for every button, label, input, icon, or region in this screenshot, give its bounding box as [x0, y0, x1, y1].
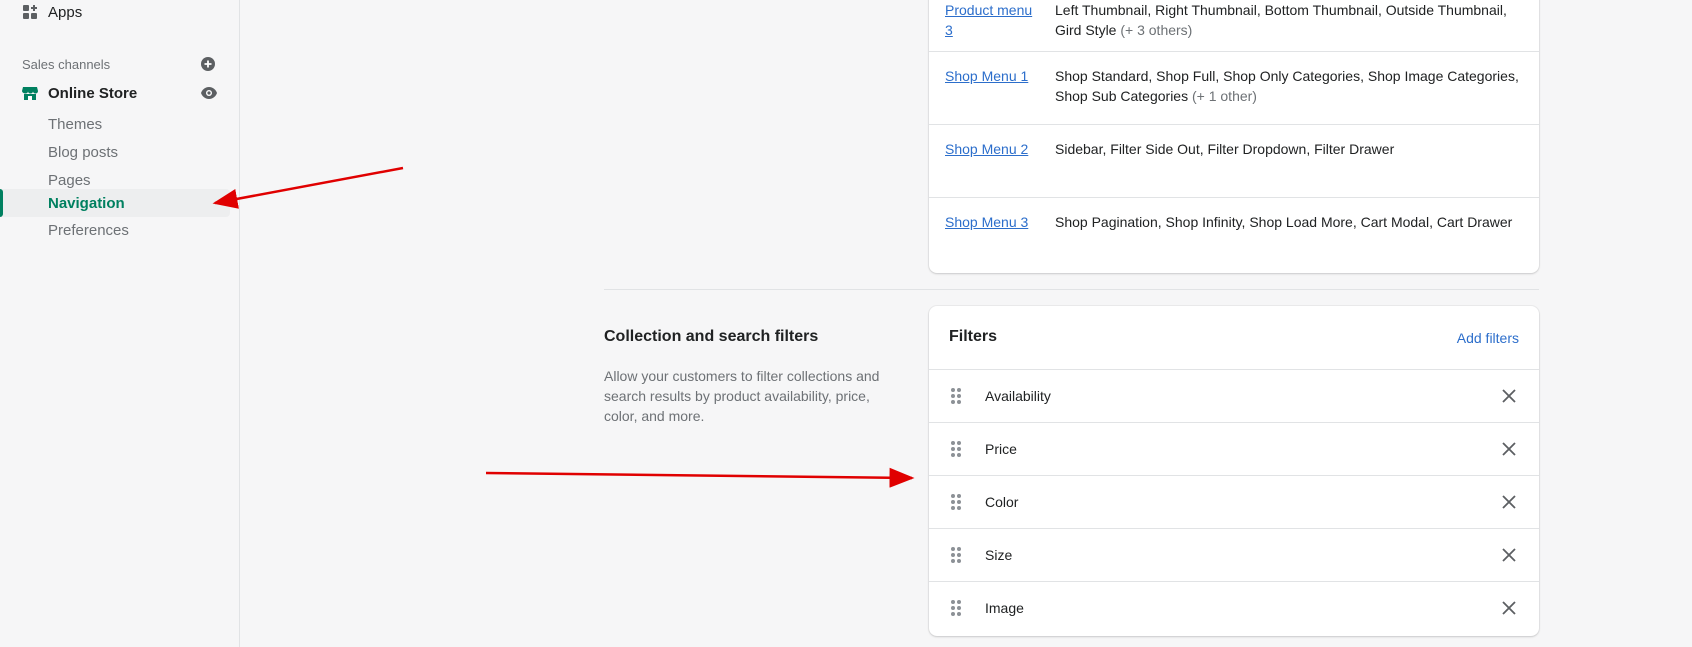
- menu-items-more: (+ 3 others): [1120, 22, 1193, 38]
- filters-card: Filters Add filters Availability Price C…: [929, 306, 1539, 636]
- menu-items-text: Sidebar, Filter Side Out, Filter Dropdow…: [1055, 139, 1523, 159]
- menu-link[interactable]: Product menu 3: [945, 0, 1035, 40]
- store-icon: [20, 83, 40, 103]
- drag-handle-icon[interactable]: [949, 546, 963, 564]
- sidebar-item-navigation[interactable]: Navigation: [0, 189, 230, 217]
- add-circle-icon[interactable]: [200, 56, 216, 72]
- eye-icon[interactable]: [200, 86, 218, 100]
- close-icon[interactable]: [1499, 492, 1519, 512]
- filter-row: Image: [929, 581, 1539, 634]
- add-filters-link[interactable]: Add filters: [1457, 330, 1519, 346]
- menu-items-list: Sidebar, Filter Side Out, Filter Dropdow…: [1055, 141, 1395, 157]
- close-icon[interactable]: [1499, 439, 1519, 459]
- sidebar-item-apps[interactable]: Apps: [0, 0, 230, 26]
- section-title: Collection and search filters: [604, 328, 819, 345]
- filter-row: Availability: [929, 369, 1539, 422]
- sidebar-item-label: Online Store: [48, 84, 138, 102]
- filter-row: Size: [929, 528, 1539, 581]
- menu-link[interactable]: Shop Menu 3: [945, 212, 1035, 232]
- sidebar-item-label: Apps: [48, 3, 83, 21]
- sidebar-item-online-store[interactable]: Online Store: [0, 79, 230, 107]
- menu-items-text: Left Thumbnail, Right Thumbnail, Bottom …: [1055, 0, 1523, 40]
- close-icon[interactable]: [1499, 386, 1519, 406]
- menu-row: Product menu 3 Left Thumbnail, Right Thu…: [929, 0, 1539, 52]
- menu-items-list: Shop Pagination, Shop Infinity, Shop Loa…: [1055, 214, 1513, 230]
- menu-items-text: Shop Pagination, Shop Infinity, Shop Loa…: [1055, 212, 1523, 232]
- section-divider: [604, 289, 1539, 290]
- sidebar-item-blog-posts[interactable]: Blog posts: [0, 138, 230, 166]
- sidebar-item-label: Blog posts: [48, 143, 119, 161]
- filter-row: Color: [929, 475, 1539, 528]
- filter-name: Availability: [985, 388, 1051, 404]
- section-description: Allow your customers to filter collectio…: [604, 368, 880, 424]
- menu-link[interactable]: Shop Menu 2: [945, 139, 1035, 159]
- menus-card: Product menu 3 Left Thumbnail, Right Thu…: [929, 0, 1539, 273]
- drag-handle-icon[interactable]: [949, 493, 963, 511]
- menu-row: Shop Menu 1 Shop Standard, Shop Full, Sh…: [929, 52, 1539, 125]
- filter-name: Color: [985, 494, 1019, 510]
- sidebar-item-label: Themes: [48, 115, 103, 133]
- sidebar: Apps Sales channels Online Store Themes …: [0, 0, 240, 647]
- sidebar-item-preferences[interactable]: Preferences: [0, 216, 230, 244]
- sidebar-item-label: Preferences: [48, 221, 129, 239]
- drag-handle-icon[interactable]: [949, 387, 963, 405]
- drag-handle-icon[interactable]: [949, 599, 963, 617]
- arrow-to-filters: [485, 467, 915, 488]
- filter-name: Size: [985, 547, 1013, 563]
- sidebar-item-label: Pages: [48, 171, 91, 189]
- menu-row: Shop Menu 2 Sidebar, Filter Side Out, Fi…: [929, 125, 1539, 198]
- close-icon[interactable]: [1499, 545, 1519, 565]
- menu-link[interactable]: Shop Menu 1: [945, 66, 1035, 86]
- sales-channels-label: Sales channels: [22, 57, 111, 72]
- menu-items-text: Shop Standard, Shop Full, Shop Only Cate…: [1055, 66, 1523, 106]
- sidebar-item-themes[interactable]: Themes: [0, 110, 230, 138]
- menu-items-more: (+ 1 other): [1191, 88, 1257, 104]
- apps-icon: [20, 2, 40, 22]
- drag-handle-icon[interactable]: [949, 440, 963, 458]
- close-icon[interactable]: [1499, 598, 1519, 618]
- arrow-to-navigation: [212, 166, 404, 209]
- filters-card-title: Filters: [949, 328, 998, 345]
- menu-items-list: Shop Standard, Shop Full, Shop Only Cate…: [1055, 68, 1519, 104]
- sidebar-item-label: Navigation: [48, 194, 125, 212]
- filter-row: Price: [929, 422, 1539, 475]
- filter-name: Image: [985, 600, 1024, 616]
- filter-name: Price: [985, 441, 1017, 457]
- menu-row: Shop Menu 3 Shop Pagination, Shop Infini…: [929, 198, 1539, 273]
